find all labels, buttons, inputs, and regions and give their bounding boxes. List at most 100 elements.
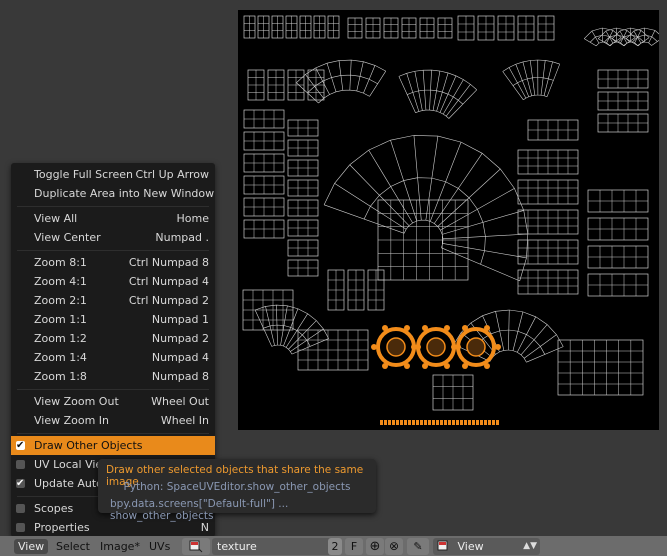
uv-island [254,304,329,355]
selected-uv-vertex [404,363,410,370]
selected-uv-strip [380,420,383,425]
menu-item-zoom-1-4[interactable]: Zoom 1:4 Numpad 4 [11,348,215,367]
image-name-field[interactable]: texture [212,538,340,555]
selected-uv-vertex [382,324,388,331]
shortcut-label: Home [176,212,209,225]
tooltip: Draw other selected objects that share t… [98,459,376,522]
menu-item-zoom-4-1[interactable]: Zoom 4:1 Ctrl Numpad 4 [11,272,215,291]
selected-uv-strip [400,420,403,425]
uv-editor-header: View Select Image* UVs texture 2 F ⊕ ⊗ ✎… [0,536,667,556]
selected-uv-vertex [411,344,417,350]
uv-image-canvas[interactable] [238,10,659,430]
selected-uv-strip [420,420,423,425]
selected-uv-strip [384,420,387,425]
selected-uv-island [426,337,446,357]
uv-island [502,59,561,101]
menu-item-duplicate-area[interactable]: Duplicate Area into New Window [11,184,215,203]
plus-icon: ⊕ [369,539,381,554]
selected-uv-island [386,337,406,357]
selected-uv-strip [444,420,447,425]
new-image-button[interactable]: ⊕ [366,538,384,555]
menu-separator [17,433,209,434]
selected-uv-strip [452,420,455,425]
menu-item-toggle-full-screen[interactable]: Toggle Full Screen Ctrl Up Arrow [11,165,215,184]
selected-uv-vertex [451,344,457,350]
shortcut-label: Wheel In [160,414,209,427]
selected-uv-strip [436,420,439,425]
menu-item-zoom-2-1[interactable]: Zoom 2:1 Ctrl Numpad 2 [11,291,215,310]
shortcut-label: Numpad . [155,231,209,244]
checkbox-icon [16,460,25,469]
uv-island [398,69,477,119]
menu-separator [17,206,209,207]
selected-uv-strip [388,420,391,425]
uv-island [597,27,636,47]
selected-uv-strip [484,420,487,425]
selected-uv-strip [440,420,443,425]
checkbox-icon [16,436,25,455]
pin-icon: ✎ [413,540,423,553]
selected-uv-strip [412,420,415,425]
menu-item-view-center[interactable]: View Center Numpad . [11,228,215,247]
fake-user-button[interactable]: F [345,538,363,555]
selected-uv-strip [396,420,399,425]
selected-uv-vertex [371,344,377,350]
selected-uv-strip [480,420,483,425]
image-users-count[interactable]: 2 [328,538,342,555]
selected-uv-vertex [484,324,490,331]
uv-island [611,27,650,47]
image-icon [189,540,203,553]
menu-item-view-zoom-in[interactable]: View Zoom In Wheel In [11,411,215,430]
selected-uv-strip [488,420,491,425]
selected-uv-strip [424,420,427,425]
uvs-menu-button[interactable]: UVs [149,539,170,554]
selected-uv-vertex [382,363,388,370]
image-menu-button[interactable]: Image* [100,539,140,554]
select-menu-button[interactable]: Select [56,539,90,554]
uv-island [296,59,387,104]
selected-uv-strip [464,420,467,425]
menu-item-view-all[interactable]: View All Home [11,209,215,228]
selected-uv-vertex [462,324,468,331]
pin-button[interactable]: ✎ [407,538,429,555]
tooltip-python: Python: SpaceUVEditor.show_other_objects [123,481,351,493]
uv-island [557,339,644,396]
selected-uv-strip [392,420,395,425]
shortcut-label: Numpad 1 [151,313,209,326]
shortcut-label: Ctrl Numpad 2 [128,294,209,307]
selected-uv-strip [476,420,479,425]
selected-uv-strip [496,420,499,425]
selected-uv-strip [460,420,463,425]
shortcut-label: Ctrl Numpad 8 [128,256,209,269]
image-icon [437,540,448,551]
view-menu-button[interactable]: View [14,539,49,554]
menu-item-draw-other-objects[interactable]: Draw Other Objects [11,436,215,455]
shortcut-label: Numpad 8 [151,370,209,383]
selected-uv-vertex [484,363,490,370]
chevron-updown-icon: ▲▼ [523,541,537,551]
checkbox-icon [16,523,25,532]
selected-uv-strip [468,420,471,425]
close-icon: ⊗ [388,539,400,553]
selected-uv-vertex [422,363,428,370]
unlink-image-button[interactable]: ⊗ [385,538,403,555]
selected-uv-vertex [422,324,428,331]
menu-item-zoom-1-8[interactable]: Zoom 1:8 Numpad 8 [11,367,215,386]
checkbox-icon [16,504,25,513]
selected-uv-strip [408,420,411,425]
menu-item-zoom-1-2[interactable]: Zoom 1:2 Numpad 2 [11,329,215,348]
mode-dropdown[interactable]: View ▲▼ [433,538,540,555]
image-browse-button[interactable] [182,538,210,555]
tooltip-data-path: bpy.data.screens["Default-full"] ... sho… [110,498,289,522]
selected-uv-vertex [495,344,501,350]
selected-uv-vertex [444,363,450,370]
menu-item-view-zoom-out[interactable]: View Zoom Out Wheel Out [11,392,215,411]
menu-separator [17,250,209,251]
shortcut-label: Numpad 4 [151,351,209,364]
uv-wireframe [242,15,659,425]
uv-island [323,135,529,282]
selected-uv-strip [492,420,495,425]
uv-island [583,27,622,47]
menu-item-zoom-8-1[interactable]: Zoom 8:1 Ctrl Numpad 8 [11,253,215,272]
menu-item-zoom-1-1[interactable]: Zoom 1:1 Numpad 1 [11,310,215,329]
